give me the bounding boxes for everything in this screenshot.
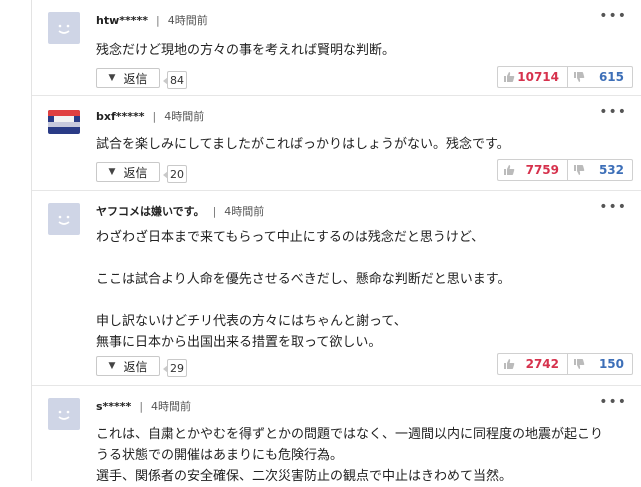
separator: |: [156, 13, 160, 27]
comment-header: s***** | 4時間前: [96, 398, 191, 414]
chevron-down-icon: ▼: [108, 73, 116, 83]
comment-item: bxf***** | 4時間前 ••• 試合を楽しみにしてましたがこればっかりは…: [32, 96, 641, 191]
avatar[interactable]: [48, 398, 80, 430]
username[interactable]: s*****: [96, 400, 131, 413]
dislike-button[interactable]: 615: [567, 66, 633, 88]
comment-body: 残念だけど現地の方々の事を考えれば賢明な判断。: [96, 40, 395, 61]
vote-buttons: 10714 615: [497, 66, 633, 88]
comment-line: 試合を楽しみにしてましたがこればっかりはしょうがない。残念です。: [96, 137, 510, 152]
dislike-count: 150: [598, 357, 624, 371]
comment-line: 無事に日本から出国出来る措置を取って欲しい。: [96, 335, 382, 350]
more-menu-icon[interactable]: •••: [599, 394, 627, 410]
like-button[interactable]: 10714: [497, 66, 567, 88]
more-menu-icon[interactable]: •••: [599, 199, 627, 215]
chevron-down-icon: ▼: [108, 361, 116, 371]
comment-line: ここは試合より人命を優先させるべきだし、懸命な判断だと思います。: [96, 272, 511, 287]
timestamp: 4時間前: [164, 110, 205, 123]
chevron-down-icon: ▼: [108, 167, 116, 177]
more-menu-icon[interactable]: •••: [599, 8, 627, 24]
reply-button[interactable]: ▼ 返信: [96, 162, 160, 182]
comment-header: bxf***** | 4時間前: [96, 108, 204, 124]
avatar-photo-band: [48, 122, 80, 127]
separator: |: [212, 204, 217, 218]
avatar[interactable]: [48, 110, 80, 134]
dislike-button[interactable]: 150: [567, 353, 633, 375]
comment-item: s***** | 4時間前 ••• これは、自粛とかやむを得ずとかの問題ではなく…: [32, 386, 641, 484]
like-count: 2742: [525, 357, 559, 371]
username[interactable]: bxf*****: [96, 110, 145, 123]
reply-button[interactable]: ▼ 返信: [96, 68, 160, 88]
comment-line: うる状態での開催はあまりにも危険行為。: [96, 448, 344, 463]
timestamp: 4時間前: [167, 14, 208, 27]
smiley-avatar-icon: [58, 24, 70, 34]
reply-label: 返信: [123, 165, 148, 180]
dislike-count: 615: [598, 70, 624, 84]
separator: |: [152, 109, 157, 123]
like-button[interactable]: 2742: [497, 353, 567, 375]
vote-buttons: 2742 150: [497, 353, 633, 375]
timestamp: 4時間前: [224, 205, 265, 218]
comment-body: わざわざ日本まで来てもらって中止にするのは残念だと思うけど、 ここは試合より人命…: [96, 227, 510, 353]
thumbs-down-icon: [573, 71, 589, 83]
reply-label: 返信: [123, 359, 148, 374]
thumbs-up-icon: [503, 164, 519, 176]
reply-button[interactable]: ▼ 返信: [96, 356, 160, 376]
comment-item: htw***** | 4時間前 ••• 残念だけど現地の方々の事を考えれば賢明な…: [32, 0, 641, 96]
vote-buttons: 7759 532: [497, 159, 633, 181]
reply-count: 29: [163, 359, 187, 377]
more-menu-icon[interactable]: •••: [599, 104, 627, 120]
comment-item: ヤフコメは嫌いです。 | 4時間前 ••• わざわざ日本まで来てもらって中止にす…: [32, 191, 641, 386]
thumbs-down-icon: [573, 164, 589, 176]
thumbs-up-icon: [503, 71, 517, 83]
dislike-button[interactable]: 532: [567, 159, 633, 181]
thumbs-down-icon: [573, 358, 589, 370]
thumbs-up-icon: [503, 358, 519, 370]
timestamp: 4時間前: [151, 400, 192, 413]
reply-count: 84: [163, 71, 187, 89]
avatar[interactable]: [48, 12, 80, 44]
comment-header: ヤフコメは嫌いです。 | 4時間前: [96, 203, 264, 219]
username[interactable]: htw*****: [96, 14, 148, 27]
comment-line: [96, 290, 510, 311]
reply-label: 返信: [123, 71, 148, 86]
comment-body: これは、自粛とかやむを得ずとかの問題ではなく、一週間以内に同程度の地震が起こり …: [96, 424, 603, 487]
comment-line: [96, 248, 510, 269]
comment-header: htw***** | 4時間前: [96, 12, 208, 28]
dislike-count: 532: [598, 163, 624, 177]
avatar[interactable]: [48, 203, 80, 235]
smiley-avatar-icon: [58, 410, 70, 420]
comment-line: 残念だけど現地の方々の事を考えれば賢明な判断。: [96, 43, 396, 58]
username[interactable]: ヤフコメは嫌いです。: [96, 203, 205, 219]
comment-line: わざわざ日本まで来てもらって中止にするのは残念だと思うけど、: [96, 230, 485, 245]
reply-count: 20: [163, 165, 187, 183]
comment-line: 申し訳ないけどチリ代表の方々にはちゃんと謝って、: [96, 314, 407, 329]
comment-line: 選手、関係者の安全確保、二次災害防止の観点で中止はきわめて当然。: [96, 469, 513, 484]
like-count: 10714: [517, 70, 559, 84]
smiley-avatar-icon: [58, 215, 70, 225]
comment-body: 試合を楽しみにしてましたがこればっかりはしょうがない。残念です。: [96, 134, 510, 155]
separator: |: [139, 399, 144, 413]
like-button[interactable]: 7759: [497, 159, 567, 181]
like-count: 7759: [525, 163, 559, 177]
comment-line: これは、自粛とかやむを得ずとかの問題ではなく、一週間以内に同程度の地震が起こり: [96, 427, 604, 442]
